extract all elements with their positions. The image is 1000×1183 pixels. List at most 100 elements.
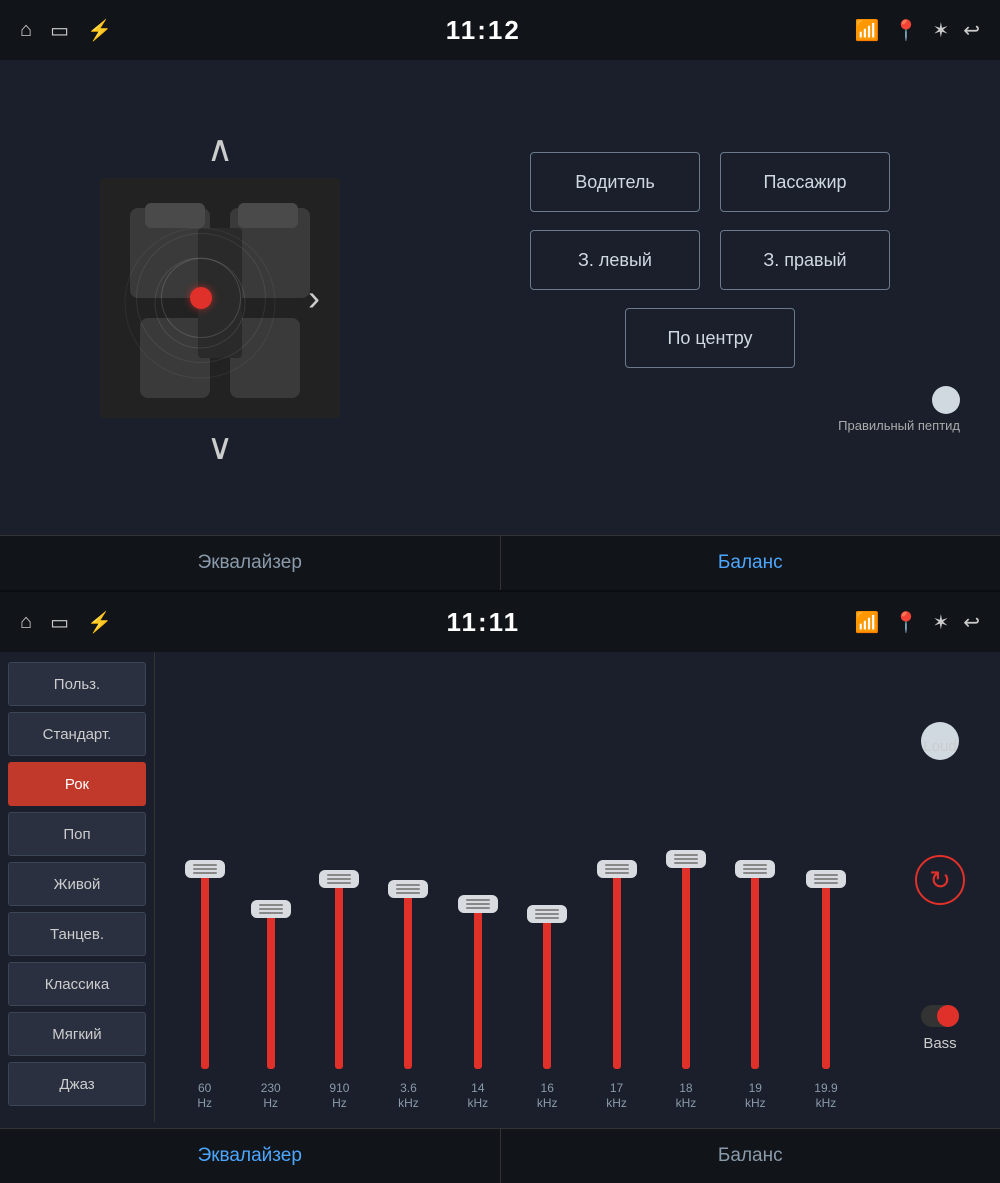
slider-thumb-0[interactable]: [185, 860, 225, 878]
tab-balance-top[interactable]: Баланс: [501, 536, 1000, 590]
preset-jazz[interactable]: Джаз: [8, 1062, 146, 1106]
bottom-tab-bar: Эквалайзер Баланс: [0, 1128, 1000, 1183]
slider-track-9: [822, 879, 830, 1069]
car-image-section: ∧ ‹: [30, 80, 410, 515]
slider-thumb-3[interactable]: [388, 880, 428, 898]
slider-thumb-6[interactable]: [597, 860, 637, 878]
reset-button[interactable]: ↻: [915, 855, 965, 905]
slider-track-7: [682, 859, 690, 1069]
slider-thumb-5[interactable]: [527, 905, 567, 923]
usb-icon-2[interactable]: ⚡: [87, 610, 112, 635]
eq-band-3: 3.6 kHz: [398, 812, 419, 1112]
location-icon-2[interactable]: 📍: [894, 610, 919, 635]
eq-sliders-main: 60 Hz230 Hz910 Hz3.6 kHz14 kHz16 kHz17 k…: [155, 652, 880, 1122]
preset-classic[interactable]: Классика: [8, 962, 146, 1006]
rear-left-button[interactable]: З. левый: [530, 230, 700, 290]
tab-balance-bottom[interactable]: Баланс: [501, 1129, 1000, 1183]
tab-equalizer-bottom[interactable]: Эквалайзер: [0, 1129, 501, 1183]
usb-icon[interactable]: ⚡: [87, 18, 112, 43]
clock-top: 11:12: [446, 15, 521, 46]
preset-pop[interactable]: Поп: [8, 812, 146, 856]
bass-toggle[interactable]: [921, 1005, 959, 1027]
slider-track-5: [543, 914, 551, 1069]
slider-thumb-7[interactable]: [666, 850, 706, 868]
slider-track-6: [613, 869, 621, 1069]
clock-bottom: 11:11: [446, 607, 520, 638]
passenger-button[interactable]: Пассажир: [720, 152, 890, 212]
freq-label-7: 18 kHz: [676, 1081, 697, 1112]
slider-track-2: [335, 879, 343, 1069]
car-interior-image[interactable]: [100, 178, 340, 418]
slider-track-8: [751, 869, 759, 1069]
slider-wrapper-7[interactable]: [682, 812, 690, 1069]
preset-dance[interactable]: Танцев.: [8, 912, 146, 956]
bluetooth-icon[interactable]: ✶: [932, 18, 949, 43]
loud-group: Loud: [921, 722, 959, 755]
arrow-right-button[interactable]: ›: [308, 277, 320, 319]
slider-thumb-1[interactable]: [251, 900, 291, 918]
bottom-status-right: 📶 📍 ✶ ↩: [855, 610, 980, 635]
slider-wrapper-8[interactable]: [751, 812, 759, 1069]
slider-thumb-2[interactable]: [319, 870, 359, 888]
slider-wrapper-9[interactable]: [822, 812, 830, 1069]
bottom-status-left: ⌂ ▭ ⚡: [20, 610, 112, 635]
bass-knob: [937, 1005, 959, 1027]
slider-wrapper-0[interactable]: [201, 812, 209, 1069]
location-icon[interactable]: 📍: [894, 18, 919, 43]
slider-wrapper-1[interactable]: [267, 812, 275, 1069]
slider-wrapper-6[interactable]: [613, 812, 621, 1069]
back-icon-2[interactable]: ↩: [963, 610, 980, 635]
eq-band-8: 19 kHz: [745, 812, 766, 1112]
freq-label-4: 14 kHz: [468, 1081, 489, 1112]
driver-button[interactable]: Водитель: [530, 152, 700, 212]
toggle-circle[interactable]: [932, 386, 960, 414]
slider-thumb-4[interactable]: [458, 895, 498, 913]
balance-area: ∧ ‹: [0, 60, 1000, 535]
bottom-btn-row: По центру: [625, 308, 795, 368]
seat-buttons-section: Водитель Пассажир З. левый З. правый По …: [450, 80, 970, 515]
slider-wrapper-2[interactable]: [335, 812, 343, 1069]
cast-icon[interactable]: 📶: [855, 18, 880, 43]
balance-dot[interactable]: [190, 287, 212, 309]
freq-label-8: 19 kHz: [745, 1081, 766, 1112]
eq-right-controls: Loud ↻ Bass: [880, 652, 1000, 1122]
preset-user[interactable]: Польз.: [8, 662, 146, 706]
slider-wrapper-3[interactable]: [404, 812, 412, 1069]
back-icon[interactable]: ↩: [963, 18, 980, 43]
eq-band-6: 17 kHz: [606, 812, 627, 1112]
center-button[interactable]: По центру: [625, 308, 795, 368]
slider-track-0: [201, 869, 209, 1069]
slider-thumb-8[interactable]: [735, 860, 775, 878]
eq-presets-sidebar: Польз. Стандарт. Рок Поп Живой Танцев. Классик…: [0, 652, 155, 1122]
home-icon[interactable]: ⌂: [20, 19, 32, 42]
preset-rock[interactable]: Рок: [8, 762, 146, 806]
slider-wrapper-5[interactable]: [543, 812, 551, 1069]
freq-label-2: 910 Hz: [329, 1081, 349, 1112]
tab-equalizer-top[interactable]: Эквалайзер: [0, 536, 501, 590]
reset-icon: ↻: [929, 865, 951, 896]
screen-icon-2[interactable]: ▭: [50, 610, 69, 635]
toggle-label: Правильный пептид: [838, 418, 960, 433]
top-status-bar: ⌂ ▭ ⚡ 11:12 📶 📍 ✶ ↩: [0, 0, 1000, 60]
slider-wrapper-4[interactable]: [474, 812, 482, 1069]
eq-content: Польз. Стандарт. Рок Поп Живой Танцев. Классик…: [0, 652, 1000, 1122]
preset-live[interactable]: Живой: [8, 862, 146, 906]
bluetooth-icon-2[interactable]: ✶: [932, 610, 949, 635]
rear-right-button[interactable]: З. правый: [720, 230, 890, 290]
bass-group: Bass: [921, 1005, 959, 1052]
preset-soft[interactable]: Мягкий: [8, 1012, 146, 1056]
screen-icon[interactable]: ▭: [50, 18, 69, 43]
slider-thumb-9[interactable]: [806, 870, 846, 888]
middle-btn-row: З. левый З. правый: [530, 230, 890, 290]
home-icon-2[interactable]: ⌂: [20, 611, 32, 634]
status-left-icons: ⌂ ▭ ⚡: [20, 18, 112, 43]
eq-band-1: 230 Hz: [261, 812, 281, 1112]
freq-label-0: 60 Hz: [197, 1081, 212, 1112]
slider-track-3: [404, 889, 412, 1069]
arrow-down-button[interactable]: ∨: [207, 426, 233, 468]
bass-label: Bass: [923, 1035, 956, 1052]
freq-label-3: 3.6 kHz: [398, 1081, 419, 1112]
arrow-up-button[interactable]: ∧: [207, 128, 233, 170]
preset-standard[interactable]: Стандарт.: [8, 712, 146, 756]
cast-icon-2[interactable]: 📶: [855, 610, 880, 635]
